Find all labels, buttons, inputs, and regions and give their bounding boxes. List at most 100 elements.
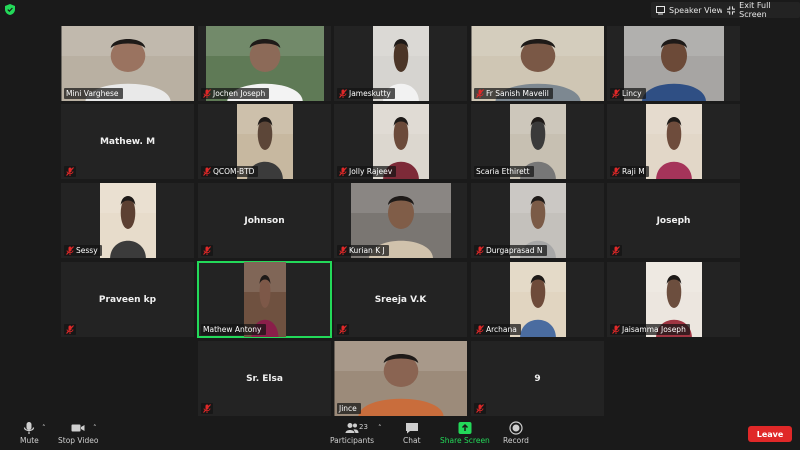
participant-name-label: Jochen Joseph [201,88,270,99]
meeting-window: Speaker View Exit Full Screen Mini Vargh… [0,0,800,450]
muted-mic-icon [612,89,620,98]
muted-mic-icon [203,404,211,413]
participant-tile[interactable]: Joseph [607,183,740,258]
participant-tile[interactable]: Praveen kp [61,262,194,337]
muted-mic-icon [476,404,484,413]
muted-mic-icon [476,325,484,334]
participant-tile[interactable]: Fr Sanish Mavelil [471,26,604,101]
participant-tile[interactable]: Mathew. M [61,104,194,179]
participant-name: Lincy [622,89,642,98]
participant-video-frame [645,104,702,179]
participant-name: QCOM-BTD [213,167,255,176]
participant-name: 9 [534,373,541,384]
participant-tile[interactable]: Johnson [198,183,331,258]
muted-mic-icon [66,167,74,176]
participant-tile[interactable]: Jince [334,341,467,416]
participant-name: Raji M [622,167,645,176]
participant-name-label: Kurian K J [337,245,389,256]
mute-button[interactable]: Mute [20,421,39,445]
participants-label: Participants [330,436,375,445]
muted-mic-icon [476,89,484,98]
speaker-view-label: Speaker View [669,5,724,15]
participant-name-label: Lincy [610,88,646,99]
participant-name: Johnson [244,215,285,226]
participant-tile[interactable]: Jameskutty [334,26,467,101]
chat-icon [405,423,418,434]
participant-name-label: Mini Varghese [64,88,123,99]
participant-name: Mini Varghese [66,89,119,98]
participant-name: Fr Sanish Mavelil [486,89,549,98]
participant-tile[interactable]: Sessy [61,183,194,258]
participants-options-caret-icon[interactable]: ˄ [378,424,382,432]
participant-tile[interactable]: Sr. Elsa [198,341,331,416]
muted-mic-icon [66,325,74,334]
participants-icon [345,423,359,433]
participant-video-frame [99,183,156,258]
participant-name: Jameskutty [349,89,391,98]
participant-name: Praveen kp [98,294,157,305]
participants-count: 23 [359,423,368,431]
meeting-toolbar: Mute ˄ Stop Video ˄ Participants 23 ˄ Ch… [0,419,800,450]
muted-mic-icon [203,246,211,255]
participant-name: Sreeja V.K [374,294,427,305]
mute-label: Mute [20,436,39,445]
share-screen-button[interactable]: Share Screen [440,421,490,445]
participant-tile[interactable]: Jaisamma Joseph [607,262,740,337]
participant-tile[interactable]: Archana [471,262,604,337]
muted-mic-icon [612,325,620,334]
participant-name-label: Fr Sanish Mavelil [474,88,553,99]
participant-name: Joseph [656,215,691,226]
participant-tile[interactable]: Jolly Rajeev [334,104,467,179]
participant-tile[interactable]: Sreeja V.K [334,262,467,337]
participant-tile[interactable]: Lincy [607,26,740,101]
share-screen-label: Share Screen [440,436,490,445]
muted-mic-icon [339,167,347,176]
muted-mic-icon [339,246,347,255]
record-icon [509,421,523,435]
participant-name: Mathew. M [99,136,156,147]
exit-full-screen-button[interactable]: Exit Full Screen [722,1,800,19]
participant-tile[interactable]: 9 [471,341,604,416]
participant-tile[interactable]: Scaria Ethirett [471,104,604,179]
participant-name-label: Mathew Antony [201,324,266,335]
participant-name: Jolly Rajeev [349,167,393,176]
muted-indicator [474,403,486,414]
record-button[interactable]: Record [503,421,529,445]
participant-tile[interactable]: QCOM-BTD [198,104,331,179]
participant-name-label: Jameskutty [337,88,395,99]
participant-tile[interactable]: Jochen Joseph [198,26,331,101]
participant-name-label: Scaria Ethirett [474,166,534,177]
participant-name-label: Raji M [610,166,649,177]
participant-video [99,183,156,258]
video-options-caret-icon[interactable]: ˄ [93,424,97,432]
shield-check-icon[interactable] [5,4,15,15]
speaker-view-button[interactable]: Speaker View [651,2,729,18]
participant-name-label: Sessy [64,245,102,256]
microphone-icon [24,422,35,434]
leave-button[interactable]: Leave [748,426,792,442]
participant-name: Sessy [76,246,98,255]
muted-mic-icon [203,167,211,176]
muted-mic-icon [339,325,347,334]
participant-tile[interactable]: Kurian K J [334,183,467,258]
participant-tile[interactable]: Mathew Antony [197,261,332,338]
participant-name: Jince [339,404,357,413]
participant-name: Scaria Ethirett [476,167,530,176]
participant-name: Archana [486,325,517,334]
participant-name-label: Jince [337,403,361,414]
exit-full-screen-label: Exit Full Screen [739,1,771,19]
participant-name: Sr. Elsa [246,373,283,384]
participant-video [645,104,702,179]
participant-name: Kurian K J [349,246,385,255]
participant-name-label: Jaisamma Joseph [610,324,690,335]
participant-tile[interactable]: Raji M [607,104,740,179]
participant-name-label: Jolly Rajeev [337,166,397,177]
video-camera-icon [71,424,85,432]
record-label: Record [503,436,529,445]
participant-tile[interactable]: Durgaprasad N [471,183,604,258]
muted-indicator [201,403,213,414]
chat-button[interactable]: Chat [403,421,421,445]
audio-options-caret-icon[interactable]: ˄ [42,424,46,432]
muted-indicator [201,245,213,256]
participant-tile[interactable]: Mini Varghese [61,26,194,101]
